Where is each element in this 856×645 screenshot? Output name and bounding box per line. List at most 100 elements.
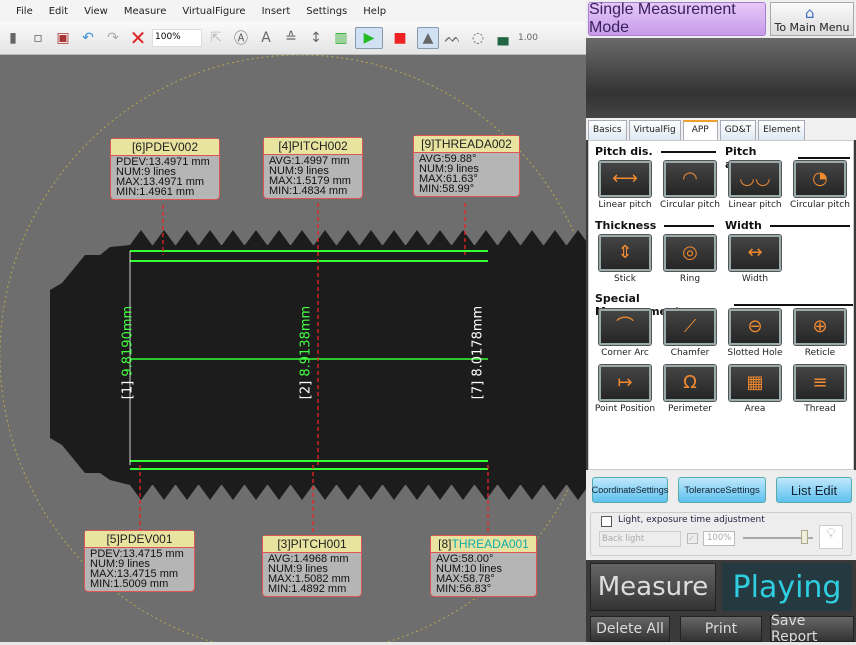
point-position-icon: ↦ (599, 365, 651, 401)
menu-virtualfigure[interactable]: VirtualFigure (174, 6, 253, 17)
tab-virtualfig[interactable]: VirtualFig (628, 120, 681, 140)
right-panel: Single Measurement Mode ⌂ To Main Menu Ba… (586, 0, 856, 645)
menu-insert[interactable]: Insert (254, 6, 299, 17)
result-box-pdev002[interactable]: [6]PDEV002 PDEV:13.4971 mm NUM:9 lines MAX:… (110, 138, 220, 200)
linear-pitch-icon: ⟷ (599, 161, 651, 197)
tab-gdt[interactable]: GD&T (719, 120, 757, 140)
dimension-label-2: [2] 8.9138mm (298, 305, 314, 400)
tool-area[interactable]: ▦ Area (722, 365, 788, 414)
tool-label: Corner Arc (601, 348, 649, 358)
text-icon[interactable]: A (255, 27, 277, 49)
auto-detect-icon[interactable]: Ⓐ (230, 27, 252, 49)
tool-label: Point Position (594, 404, 656, 414)
tool-thread[interactable]: ≡ Thread (787, 365, 853, 414)
multi-focus-icon[interactable]: ᨓ (442, 27, 464, 49)
auto-checkbox[interactable]: ✓ (687, 533, 698, 544)
tool-stick[interactable]: ⇕ Stick (592, 235, 658, 284)
linear-pitch-angle-icon: ◡◡ (729, 161, 781, 197)
tab-app[interactable]: APP (682, 120, 718, 140)
main-menu-button[interactable]: ⌂ To Main Menu (770, 2, 854, 36)
save-icon[interactable]: ▫ (27, 27, 49, 49)
image-export-icon[interactable]: ▣ (52, 27, 74, 49)
edge-icon[interactable]: ≙ (280, 27, 302, 49)
menu-file[interactable]: File (8, 6, 41, 17)
tool-circular-pitch[interactable]: ◠ Circular pitch (657, 161, 723, 210)
percent-field[interactable]: 100% (703, 531, 735, 546)
tool-corner-arc[interactable]: ⌒ Corner Arc (592, 309, 658, 358)
box-title: [4]PITCH002 (264, 138, 362, 155)
measurement-view[interactable]: [1] 9.8190mm [2] 8.9138mm [7] 8.0178mm [… (0, 55, 586, 642)
toolbar: ▮ ▫ ▣ ↶ ↷ ✕ 100% ⇱ Ⓐ A ≙ ↕ ▥ ▶ ■ ▲ ᨓ ◌ ▄… (0, 22, 586, 55)
tolerance-settings-button[interactable]: ToleranceSettings (678, 477, 766, 503)
light-slider[interactable] (743, 530, 813, 544)
slider-thumb[interactable] (800, 530, 808, 544)
tool-label: Slotted Hole (727, 348, 783, 358)
result-box-pitch002[interactable]: [4]PITCH002 AVG:1.4997 mm NUM:9 lines MAX:1… (263, 137, 363, 199)
camera-icon[interactable]: ▮ (2, 27, 24, 49)
undo-icon[interactable]: ↶ (77, 27, 99, 49)
tab-bar: Basics VirtualFig APP GD&T Element (586, 118, 856, 140)
bars-icon[interactable]: ▥ (330, 27, 352, 49)
coordinate-settings-button[interactable]: CoordinateSettings (592, 477, 668, 503)
tool-ring[interactable]: ◎ Ring (657, 235, 723, 284)
light-checkbox[interactable] (601, 516, 612, 527)
menu-help[interactable]: Help (355, 6, 394, 17)
delete-icon[interactable]: ✕ (127, 26, 149, 50)
tool-perimeter[interactable]: Ω Perimeter (657, 365, 723, 414)
tool-label: Perimeter (668, 404, 712, 414)
menu-settings[interactable]: Settings (298, 6, 355, 17)
tree-focus-icon[interactable]: ▲ (417, 27, 439, 49)
tool-point-position[interactable]: ↦ Point Position (592, 365, 658, 414)
menu-edit[interactable]: Edit (41, 6, 76, 17)
light-source-select[interactable]: Back light (599, 531, 681, 547)
tool-circular-pitch[interactable]: ◔ Circular pitch (787, 161, 853, 210)
playing-status: Playing (722, 563, 852, 611)
box-values: PDEV:13.4971 mm NUM:9 lines MAX:13.4971 mm… (116, 156, 210, 198)
mode-button[interactable]: Single Measurement Mode (588, 1, 766, 36)
zoom-select[interactable]: 100% (152, 29, 202, 47)
menu-view[interactable]: View (76, 6, 116, 17)
box-title: [9]THREADA002 (414, 136, 519, 153)
tool-slotted-hole[interactable]: ⊖ Slotted Hole (722, 309, 788, 358)
tool-label: Linear pitch (598, 200, 652, 210)
bulb-icon[interactable]: 💡︎ (819, 525, 843, 549)
settings-row: CoordinateSettings ToleranceSettings Lis… (586, 470, 856, 510)
menu-measure[interactable]: Measure (116, 6, 175, 17)
tab-element[interactable]: Element (758, 120, 806, 140)
tool-linear-pitch[interactable]: ⟷ Linear pitch (592, 161, 658, 210)
reticle-icon: ⊕ (794, 309, 846, 345)
redo-icon[interactable]: ↷ (102, 27, 124, 49)
stop-icon[interactable]: ■ (386, 27, 414, 49)
perimeter-icon: Ω (664, 365, 716, 401)
tool-label: Stick (614, 274, 636, 284)
print-button[interactable]: Print (680, 616, 762, 642)
stick-icon: ⇕ (599, 235, 651, 271)
tool-linear-pitch[interactable]: ◡◡ Linear pitch (722, 161, 788, 210)
circle-select-icon[interactable]: ◌ (467, 27, 489, 49)
tool-label: Area (744, 404, 766, 414)
tool-chamfer[interactable]: ⟋ Chamfer (657, 309, 723, 358)
measure-button[interactable]: Measure (590, 563, 716, 611)
result-box-pitch001[interactable]: [3]PITCH001 AVG:1.4968 mm NUM:9 lines MAX:1… (262, 535, 362, 597)
tab-basics[interactable]: Basics (588, 120, 627, 140)
section-pitch-dis: Pitch dis. (595, 145, 720, 158)
fill-icon[interactable]: ▄ (492, 27, 514, 49)
play-icon[interactable]: ▶ (355, 27, 383, 49)
tool-label: Thread (804, 404, 836, 414)
save-report-button[interactable]: Save Report (770, 613, 854, 645)
result-box-threada002[interactable]: [9]THREADA002 AVG:59.88° NUM:9 lines MAX:61… (413, 135, 520, 197)
dimension-label-1: [1] 9.8190mm (120, 305, 136, 400)
result-box-threada001[interactable]: [8]THREADA001 AVG:58.00° NUM:10 lines MAX:5… (430, 535, 537, 597)
delete-all-button[interactable]: Delete All (590, 616, 670, 642)
tool-reticle[interactable]: ⊕ Reticle (787, 309, 853, 358)
result-box-pdev001[interactable]: [5]PDEV001 PDEV:13.4715 mm NUM:9 lines MAX:… (84, 530, 195, 592)
height-icon[interactable]: ↕ (305, 27, 327, 49)
menu-bar: File Edit View Measure VirtualFigure Ins… (0, 0, 586, 22)
tool-label: Reticle (804, 348, 836, 358)
pointer-icon[interactable]: ⇱ (205, 27, 227, 49)
dimension-label-7: [7] 8.0178mm (470, 305, 486, 400)
scale-icon[interactable]: 1.00 (517, 27, 539, 49)
width-icon: ↔ (729, 235, 781, 271)
list-edit-button[interactable]: List Edit (776, 477, 852, 503)
tool-width[interactable]: ↔ Width (722, 235, 788, 284)
